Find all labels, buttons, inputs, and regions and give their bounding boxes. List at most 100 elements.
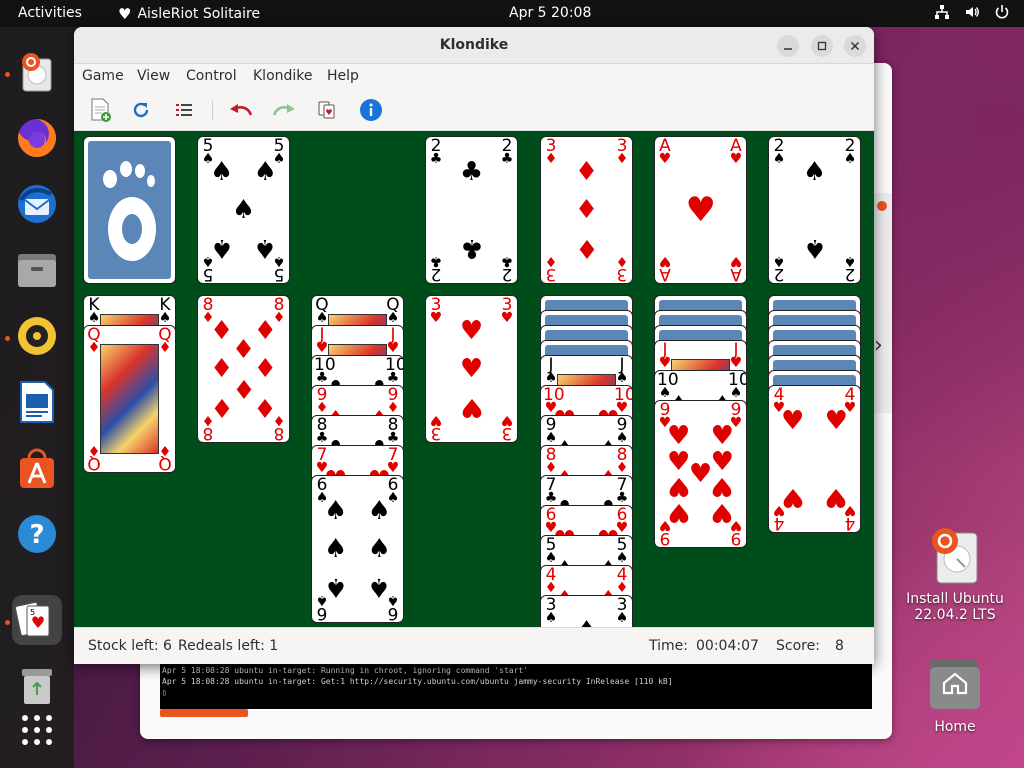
home-folder-icon: [930, 659, 980, 709]
spade-icon: ♠: [324, 571, 348, 602]
card-corner-index: A ♥: [657, 138, 673, 167]
card-corner-index: 3 ♦: [543, 253, 559, 283]
game-board[interactable]: 5 ♠ 5 ♠ 5 ♠ 5 ♠ ♠ ♠ ♠ ♠ ♠ 2 ♣ 2 ♣ 2 ♣ 2 ♣ ♣ ♣ 3 ♦ 3 ♦ 3 ♦ 3 ♦ ♦ ♦ ♦ A ♥ A ♥ A ♥…: [74, 131, 874, 664]
card-corner-index: 3 ♥: [428, 297, 444, 326]
card-3-of-hearts[interactable]: 3 ♥ 3 ♥ 3 ♥ 3 ♥ ♥ ♥ ♥: [425, 295, 518, 443]
spade-icon: ♠: [367, 534, 391, 564]
minimize-button[interactable]: [777, 35, 799, 57]
toolbar-separator: [212, 100, 213, 120]
install-ubuntu-desktop-icon[interactable]: Install Ubuntu 22.04.2 LTS: [900, 525, 1010, 623]
card-corner-index: Q♠: [385, 297, 401, 326]
card-5-of-spades[interactable]: 5♠5♠5♠5♠♠♠♠♠♠: [197, 136, 290, 284]
show-apps-icon[interactable]: [12, 705, 62, 755]
info-button[interactable]: [357, 96, 385, 124]
heart-icon: ♥: [459, 354, 484, 384]
stock-left-text: Stock left: 6: [88, 638, 172, 654]
app-center-icon[interactable]: [12, 443, 62, 493]
menu-control[interactable]: Control: [186, 68, 237, 84]
restart-button[interactable]: [127, 96, 155, 124]
card-corner-index: A ♥: [728, 253, 744, 283]
card-corner-index: 2 ♠: [842, 138, 858, 167]
heart-icon: ♥: [781, 406, 805, 437]
select-game-button[interactable]: [170, 96, 198, 124]
card-2-of-clubs[interactable]: 2 ♣ 2 ♣ 2 ♣ 2 ♣ ♣ ♣: [425, 136, 518, 284]
card-2-of-spades[interactable]: 2 ♠ 2 ♠ 2 ♠ 2 ♠ ♠ ♠: [768, 136, 861, 284]
diamond-icon: ♦: [615, 253, 629, 269]
installer-icon[interactable]: [12, 47, 62, 97]
score-label: Score:: [776, 638, 820, 654]
thunderbird-icon[interactable]: [12, 179, 62, 229]
heart-icon: ♥: [710, 471, 734, 502]
rhythmbox-icon[interactable]: [12, 311, 62, 361]
club-icon: ♣: [459, 232, 484, 263]
terminal-line: Apr 5 18:08:28 ubuntu in-target: Running…: [162, 666, 529, 675]
files-icon[interactable]: [12, 245, 62, 295]
running-indicator: [5, 72, 10, 77]
heart-icon: ♥: [710, 496, 734, 527]
hint-button[interactable]: ♥: [313, 96, 341, 124]
close-button[interactable]: [844, 35, 866, 57]
card-a-of-hearts[interactable]: A ♥ A ♥ A ♥ A ♥ ♥: [654, 136, 747, 284]
power-icon: [994, 4, 1010, 20]
spade-icon: ♠: [367, 571, 391, 602]
writer-icon[interactable]: [12, 377, 62, 427]
diamond-icon: ♦: [210, 391, 234, 422]
install-progress-bar: [160, 709, 248, 717]
redo-button[interactable]: [270, 96, 298, 124]
heart-icon: ♥: [658, 151, 672, 167]
title-bar[interactable]: Klondike: [74, 27, 874, 64]
card-back-pattern: [88, 141, 171, 279]
spade-icon: ♠: [158, 310, 172, 326]
heart-icon: ♥: [667, 496, 691, 527]
maximize-button[interactable]: [811, 35, 833, 57]
activities-button[interactable]: Activities: [18, 5, 82, 21]
diamond-icon: ♦: [544, 151, 558, 167]
heart-icon: ♥: [500, 412, 514, 428]
card-3-of-diamonds[interactable]: 3 ♦ 3 ♦ 3 ♦ 3 ♦ ♦ ♦ ♦: [540, 136, 633, 284]
hint-icon: ♥: [318, 101, 335, 119]
status-bar: Stock left: 6 Redeals left: 1 Time: 00:0…: [74, 627, 874, 664]
desktop-icon-label: Home: [934, 719, 976, 735]
close-icon[interactable]: [877, 201, 887, 211]
card-9-of-hearts[interactable]: 9 ♥ 9 ♥ 9 ♥ 9 ♥ ♥ ♥ ♥ ♥ ♥ ♥ ♥ ♥ ♥: [654, 400, 747, 548]
volume-icon: [964, 4, 980, 20]
chevron-right-icon[interactable]: ›: [874, 333, 883, 358]
card-q-of-diamonds[interactable]: Q ♦ Q ♦ Q ♦ Q ♦: [83, 325, 176, 473]
home-desktop-icon[interactable]: Home: [910, 655, 1000, 735]
card-corner-index: 2 ♣: [428, 138, 444, 167]
clock[interactable]: Apr 5 20:08: [509, 5, 591, 21]
firefox-icon[interactable]: [12, 113, 62, 163]
card-corner-index: 2 ♠: [771, 138, 787, 167]
network-icon: [934, 4, 950, 20]
trash-icon[interactable]: [12, 661, 62, 711]
stock-pile[interactable]: [83, 136, 176, 284]
heart-icon: ♥: [710, 421, 734, 452]
help-icon[interactable]: ?: [12, 509, 62, 559]
card-8-of-diamonds[interactable]: 8♦8♦8♦8♦♦♦♦♦♦♦♦♦: [197, 295, 290, 443]
menu-klondike[interactable]: Klondike: [253, 68, 313, 84]
menu-help[interactable]: Help: [327, 68, 359, 84]
close-icon: [850, 41, 860, 51]
window-title: Klondike: [439, 37, 509, 53]
card-6-of-spades[interactable]: 6 ♠ 6 ♠ 6 ♠ 6 ♠ ♠ ♠ ♠ ♠ ♠ ♠: [311, 475, 404, 623]
aisleriot-icon[interactable]: ♥ 5: [12, 595, 62, 645]
menu-game[interactable]: Game: [82, 68, 124, 84]
card-4-of-hearts[interactable]: 4 ♥ 4 ♥ 4 ♥ 4 ♥ ♥ ♥ ♥ ♥: [768, 385, 861, 533]
club-icon: ♣: [459, 157, 484, 188]
spade-icon: ♠: [324, 496, 348, 527]
spade-icon: ♠: [802, 232, 827, 263]
new-game-button[interactable]: [86, 96, 114, 124]
system-tray[interactable]: [934, 4, 1010, 20]
undo-button[interactable]: [227, 96, 255, 124]
menu-view[interactable]: View: [137, 68, 170, 84]
heart-icon: ♥: [667, 471, 691, 502]
diamond-icon: ♦: [615, 151, 629, 167]
app-menu[interactable]: ♥ AisleRiot Solitaire: [118, 5, 260, 23]
spade-icon: ♠: [843, 253, 857, 269]
heart-icon: ♥: [459, 391, 484, 422]
spade-icon: ♠: [253, 157, 277, 188]
klondike-window[interactable]: Klondike Game View Control Klondike Help: [74, 27, 874, 664]
card-corner-index: 3 ♠: [614, 597, 630, 626]
spade-icon: ♠: [210, 232, 234, 263]
svg-text:♥: ♥: [325, 108, 332, 117]
